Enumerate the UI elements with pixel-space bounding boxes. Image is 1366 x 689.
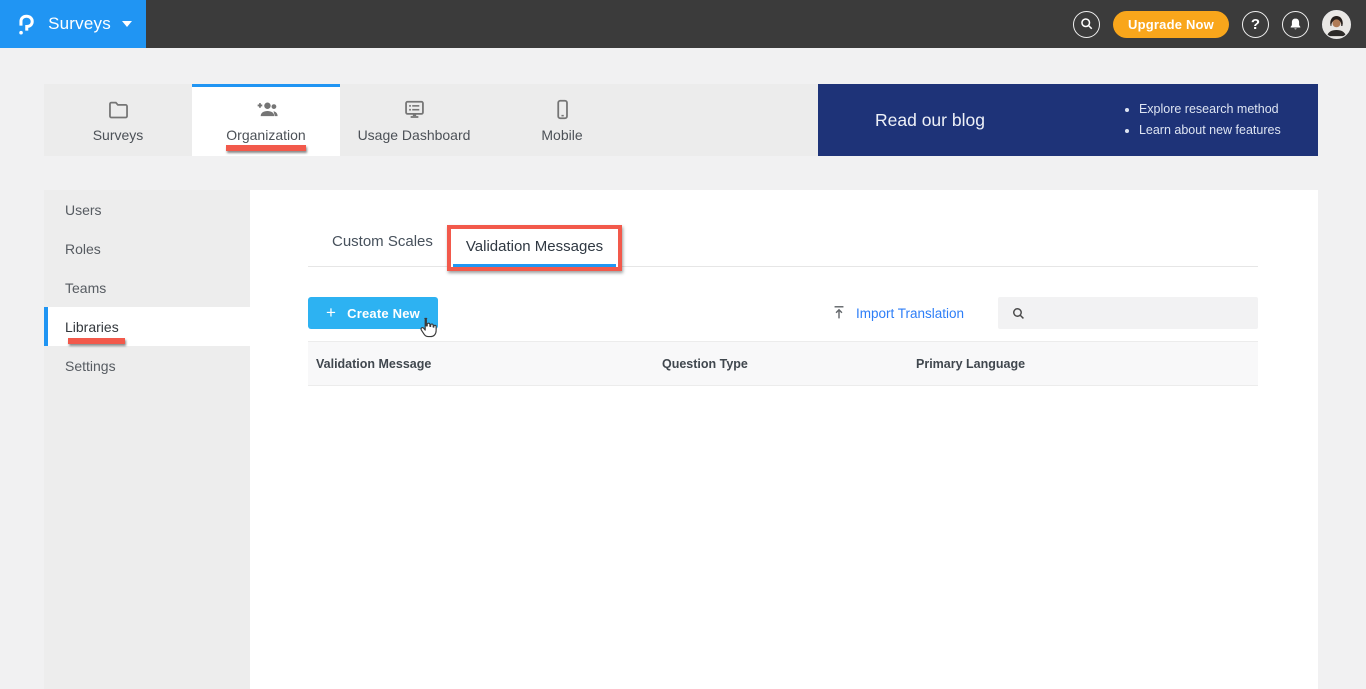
- tab-label: Validation Messages: [465, 238, 604, 255]
- nav-tab-usage-dashboard[interactable]: Usage Dashboard: [340, 84, 488, 156]
- question-mark-icon: ?: [1250, 15, 1261, 33]
- list-toolbar: + Create New Import Translation: [308, 297, 1258, 329]
- nav-tab-label: Surveys: [92, 127, 144, 143]
- search-icon: [1010, 305, 1027, 322]
- annotation-underline: [226, 145, 306, 151]
- product-name: Surveys: [48, 14, 111, 33]
- product-switcher[interactable]: Surveys: [0, 0, 146, 48]
- library-tabs: Custom Scales Validation Messages: [308, 190, 1258, 271]
- blog-bullet: Learn about new features: [1139, 120, 1281, 141]
- active-tab-indicator: [452, 264, 617, 267]
- mouse-pointer-hand-icon: [416, 316, 439, 339]
- create-new-label: Create New: [347, 305, 420, 321]
- blog-title: Read our blog: [875, 109, 985, 130]
- nav-tab-surveys[interactable]: Surveys: [44, 84, 192, 156]
- upload-icon: [831, 304, 847, 322]
- sidebar-item-label: Libraries: [65, 318, 119, 335]
- sidebar-item-label: Teams: [65, 279, 107, 296]
- dashboard-icon: [402, 97, 427, 122]
- annotation-underline: [68, 338, 125, 344]
- sidebar-item-libraries[interactable]: Libraries: [44, 307, 250, 346]
- sidebar-item-users[interactable]: Users: [44, 190, 250, 229]
- column-header-primary-language: Primary Language: [916, 356, 1026, 371]
- user-avatar[interactable]: [1322, 9, 1351, 39]
- sidebar-item-label: Roles: [65, 240, 101, 257]
- column-header-validation-message: Validation Message: [316, 356, 432, 371]
- sidebar-item-settings[interactable]: Settings: [44, 346, 250, 385]
- chevron-down-icon: [121, 21, 132, 27]
- notifications-button[interactable]: [1282, 10, 1309, 38]
- column-header-question-type: Question Type: [662, 356, 748, 371]
- search-icon: [1078, 15, 1096, 33]
- sidebar-item-roles[interactable]: Roles: [44, 229, 250, 268]
- help-button[interactable]: ?: [1242, 10, 1269, 38]
- topbar-actions: Upgrade Now ?: [1073, 9, 1366, 39]
- plus-icon: +: [326, 302, 337, 322]
- list-search-box[interactable]: [998, 297, 1258, 329]
- nav-tab-label: Usage Dashboard: [357, 127, 471, 143]
- topbar: Surveys Upgrade Now ?: [0, 0, 1366, 48]
- group-add-icon: [253, 97, 279, 122]
- import-translation-label: Import Translation: [855, 305, 964, 321]
- tab-validation-messages[interactable]: Validation Messages: [451, 229, 618, 267]
- smartphone-icon: [550, 97, 575, 122]
- sidebar-item-label: Users: [65, 201, 102, 218]
- libraries-main-panel: Custom Scales Validation Messages + Crea…: [250, 190, 1318, 689]
- blog-bullet-list: Explore research method Learn about new …: [1123, 99, 1281, 141]
- tab-custom-scales[interactable]: Custom Scales: [332, 233, 433, 266]
- sidebar-item-teams[interactable]: Teams: [44, 268, 250, 307]
- primary-nav: Surveys Organization Usage Dashboard Mob…: [44, 84, 818, 156]
- primary-nav-row: Surveys Organization Usage Dashboard Mob…: [44, 84, 1318, 156]
- bell-icon: [1287, 16, 1304, 33]
- brand-logo-icon: [14, 11, 39, 38]
- search-input[interactable]: [1027, 297, 1258, 329]
- sidebar-item-label: Settings: [65, 357, 116, 374]
- nav-tab-label: Mobile: [541, 127, 583, 143]
- folder-icon: [106, 97, 131, 122]
- settings-sidebar: Users Roles Teams Libraries Settings: [44, 190, 250, 689]
- nav-tab-label: Organization: [226, 127, 306, 143]
- nav-tab-organization[interactable]: Organization: [192, 84, 340, 156]
- content-card: Users Roles Teams Libraries Settings Cus…: [44, 190, 1318, 689]
- nav-tab-mobile[interactable]: Mobile: [488, 84, 636, 156]
- blog-bullet: Explore research method: [1139, 99, 1281, 120]
- import-translation-link[interactable]: Import Translation: [831, 304, 964, 322]
- annotation-box: Validation Messages: [446, 225, 623, 271]
- blog-promo-panel[interactable]: Read our blog Explore research method Le…: [818, 84, 1318, 156]
- toolbar-right: Import Translation: [831, 297, 1258, 329]
- search-button[interactable]: [1073, 10, 1101, 38]
- table-header-row: Validation Message Question Type Primary…: [308, 341, 1258, 386]
- upgrade-now-button[interactable]: Upgrade Now: [1113, 10, 1229, 38]
